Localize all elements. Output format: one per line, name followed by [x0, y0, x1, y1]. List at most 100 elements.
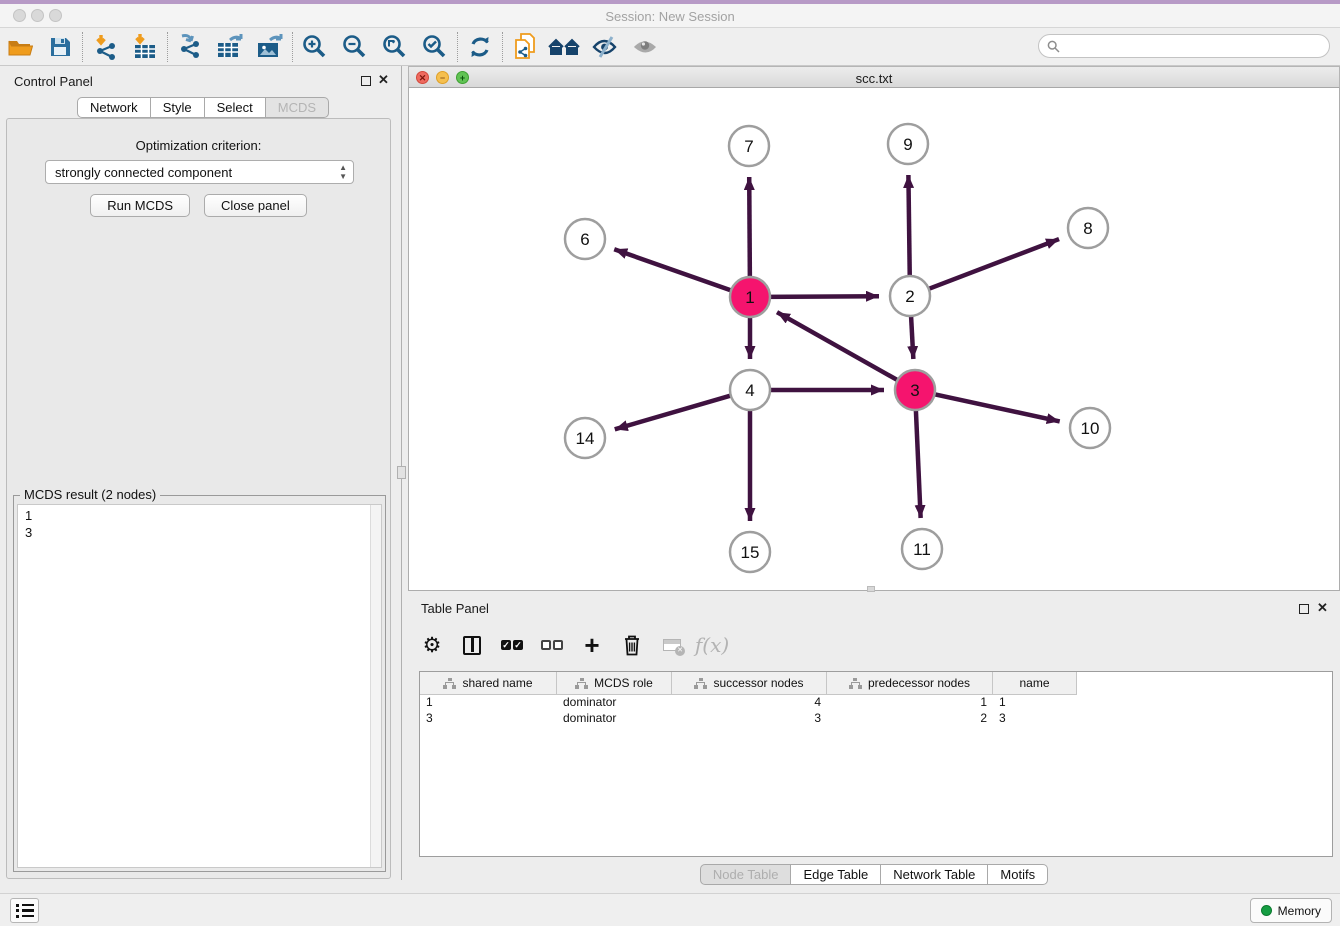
edge-2-8[interactable] — [925, 239, 1059, 290]
node-15[interactable]: 15 — [730, 532, 770, 572]
float-table-panel-icon[interactable] — [1299, 604, 1309, 614]
canvas-grip[interactable] — [867, 586, 875, 592]
close-panel-button[interactable]: Close panel — [204, 194, 307, 217]
column-header-predecessor-nodes[interactable]: predecessor nodes — [827, 672, 993, 695]
delete-column-icon[interactable] — [619, 630, 645, 660]
edge-2-3[interactable] — [911, 312, 914, 359]
export-network-icon[interactable] — [170, 30, 210, 64]
node-table[interactable]: shared name MCDS rolesuccessor nodesprede… — [419, 671, 1333, 857]
node-3[interactable]: 3 — [895, 370, 935, 410]
node-10[interactable]: 10 — [1070, 408, 1110, 448]
svg-text:11: 11 — [913, 540, 931, 559]
tab-network[interactable]: Network — [77, 97, 151, 118]
edge-4-14[interactable] — [615, 394, 735, 429]
edge-1-7[interactable] — [749, 177, 750, 281]
node-7[interactable]: 7 — [729, 126, 769, 166]
table-cell[interactable]: dominator — [557, 695, 672, 711]
node-1[interactable]: 1 — [730, 277, 770, 317]
node-8[interactable]: 8 — [1068, 208, 1108, 248]
network-frame-titlebar[interactable]: ✕ − + scc.txt — [408, 66, 1340, 88]
tab-select[interactable]: Select — [205, 97, 266, 118]
zoom-out-icon[interactable] — [335, 30, 375, 64]
import-network-icon[interactable] — [85, 30, 125, 64]
table-cell[interactable]: 1 — [993, 695, 1077, 711]
show-all-icon[interactable] — [625, 30, 665, 64]
edge-3-1[interactable] — [777, 312, 901, 382]
node-11[interactable]: 11 — [902, 529, 942, 569]
close-panel-icon[interactable]: ✕ — [378, 72, 389, 88]
table-cell[interactable]: 4 — [672, 695, 827, 711]
tab-network-table[interactable]: Network Table — [881, 864, 988, 885]
add-column-icon[interactable]: + — [579, 630, 605, 660]
network-graph[interactable]: 7 9 6 8 1 2 4 3 14 10 15 11 — [409, 88, 1339, 589]
result-scrollbar[interactable] — [370, 505, 381, 867]
open-session-icon[interactable] — [0, 30, 40, 64]
table-cell[interactable]: 3 — [420, 711, 557, 727]
edge-2-9[interactable] — [908, 175, 909, 280]
edge-1-2[interactable] — [766, 296, 879, 297]
column-header-name[interactable]: name — [993, 672, 1077, 695]
table-cell[interactable]: 1 — [827, 695, 993, 711]
flow-icon — [443, 678, 456, 689]
table-row[interactable]: 3dominator323 — [420, 711, 1332, 727]
zoom-fit-icon[interactable] — [375, 30, 415, 64]
network-canvas[interactable]: 7 9 6 8 1 2 4 3 14 10 15 11 — [408, 88, 1340, 591]
zoom-in-icon[interactable] — [295, 30, 335, 64]
node-6[interactable]: 6 — [565, 219, 605, 259]
edge-3-10[interactable] — [931, 393, 1060, 421]
table-panel: Table Panel ✕ ⚙ ✓✓ + f(x) shared nameMCD… — [408, 597, 1340, 887]
first-neighbors-icon[interactable] — [545, 30, 585, 64]
search-field[interactable] — [1038, 34, 1330, 58]
refresh-icon[interactable] — [460, 30, 500, 64]
node-4[interactable]: 4 — [730, 370, 770, 410]
table-cell[interactable]: 2 — [827, 711, 993, 727]
run-mcds-button[interactable]: Run MCDS — [90, 194, 190, 217]
export-table-icon[interactable] — [210, 30, 250, 64]
column-label: shared name — [462, 676, 532, 690]
column-header-successor-nodes[interactable]: successor nodes — [672, 672, 827, 695]
column-header-MCDS-role[interactable]: MCDS role — [557, 672, 672, 695]
table-cell[interactable]: 3 — [993, 711, 1077, 727]
tab-motifs[interactable]: Motifs — [988, 864, 1048, 885]
tab-style[interactable]: Style — [151, 97, 205, 118]
chevron-updown-icon: ▲▼ — [339, 163, 347, 181]
memory-button[interactable]: Memory — [1250, 898, 1332, 923]
task-history-icon[interactable] — [10, 898, 39, 923]
table-cell[interactable]: dominator — [557, 711, 672, 727]
deselect-all-icon[interactable] — [539, 630, 565, 660]
zoom-selected-icon[interactable] — [415, 30, 455, 64]
show-column-icon[interactable] — [459, 630, 485, 660]
table-cell[interactable]: 1 — [420, 695, 557, 711]
toolbar-separator — [457, 32, 458, 62]
select-all-icon[interactable]: ✓✓ — [499, 630, 525, 660]
toolbar-separator — [292, 32, 293, 62]
export-image-icon[interactable] — [250, 30, 290, 64]
tab-edge-table[interactable]: Edge Table — [791, 864, 881, 885]
svg-text:1: 1 — [745, 288, 754, 307]
status-bar: Memory — [0, 893, 1340, 926]
close-table-panel-icon[interactable]: ✕ — [1317, 600, 1328, 616]
column-header-shared-name[interactable]: shared name — [420, 672, 557, 695]
float-panel-icon[interactable] — [361, 76, 371, 86]
node-14[interactable]: 14 — [565, 418, 605, 458]
delete-table-icon — [659, 630, 685, 660]
mcds-result-textarea[interactable]: 13 — [17, 504, 382, 868]
criterion-dropdown[interactable]: strongly connected component ▲▼ — [45, 160, 354, 184]
hide-selected-icon[interactable] — [585, 30, 625, 64]
clone-network-icon[interactable] — [505, 30, 545, 64]
save-session-icon[interactable] — [40, 30, 80, 64]
flow-icon — [694, 678, 707, 689]
node-9[interactable]: 9 — [888, 124, 928, 164]
edge-1-6[interactable] — [614, 249, 735, 291]
import-table-icon[interactable] — [125, 30, 165, 64]
node-2[interactable]: 2 — [890, 276, 930, 316]
tab-mcds[interactable]: MCDS — [266, 97, 329, 118]
search-input[interactable] — [1065, 39, 1329, 53]
tab-node-table[interactable]: Node Table — [700, 864, 792, 885]
search-icon — [1047, 40, 1060, 53]
settings-icon[interactable]: ⚙ — [419, 630, 445, 660]
table-cell[interactable]: 3 — [672, 711, 827, 727]
edge-3-11[interactable] — [916, 406, 921, 518]
table-row[interactable]: 1dominator411 — [420, 695, 1332, 711]
panel-divider-grip[interactable] — [397, 466, 406, 479]
